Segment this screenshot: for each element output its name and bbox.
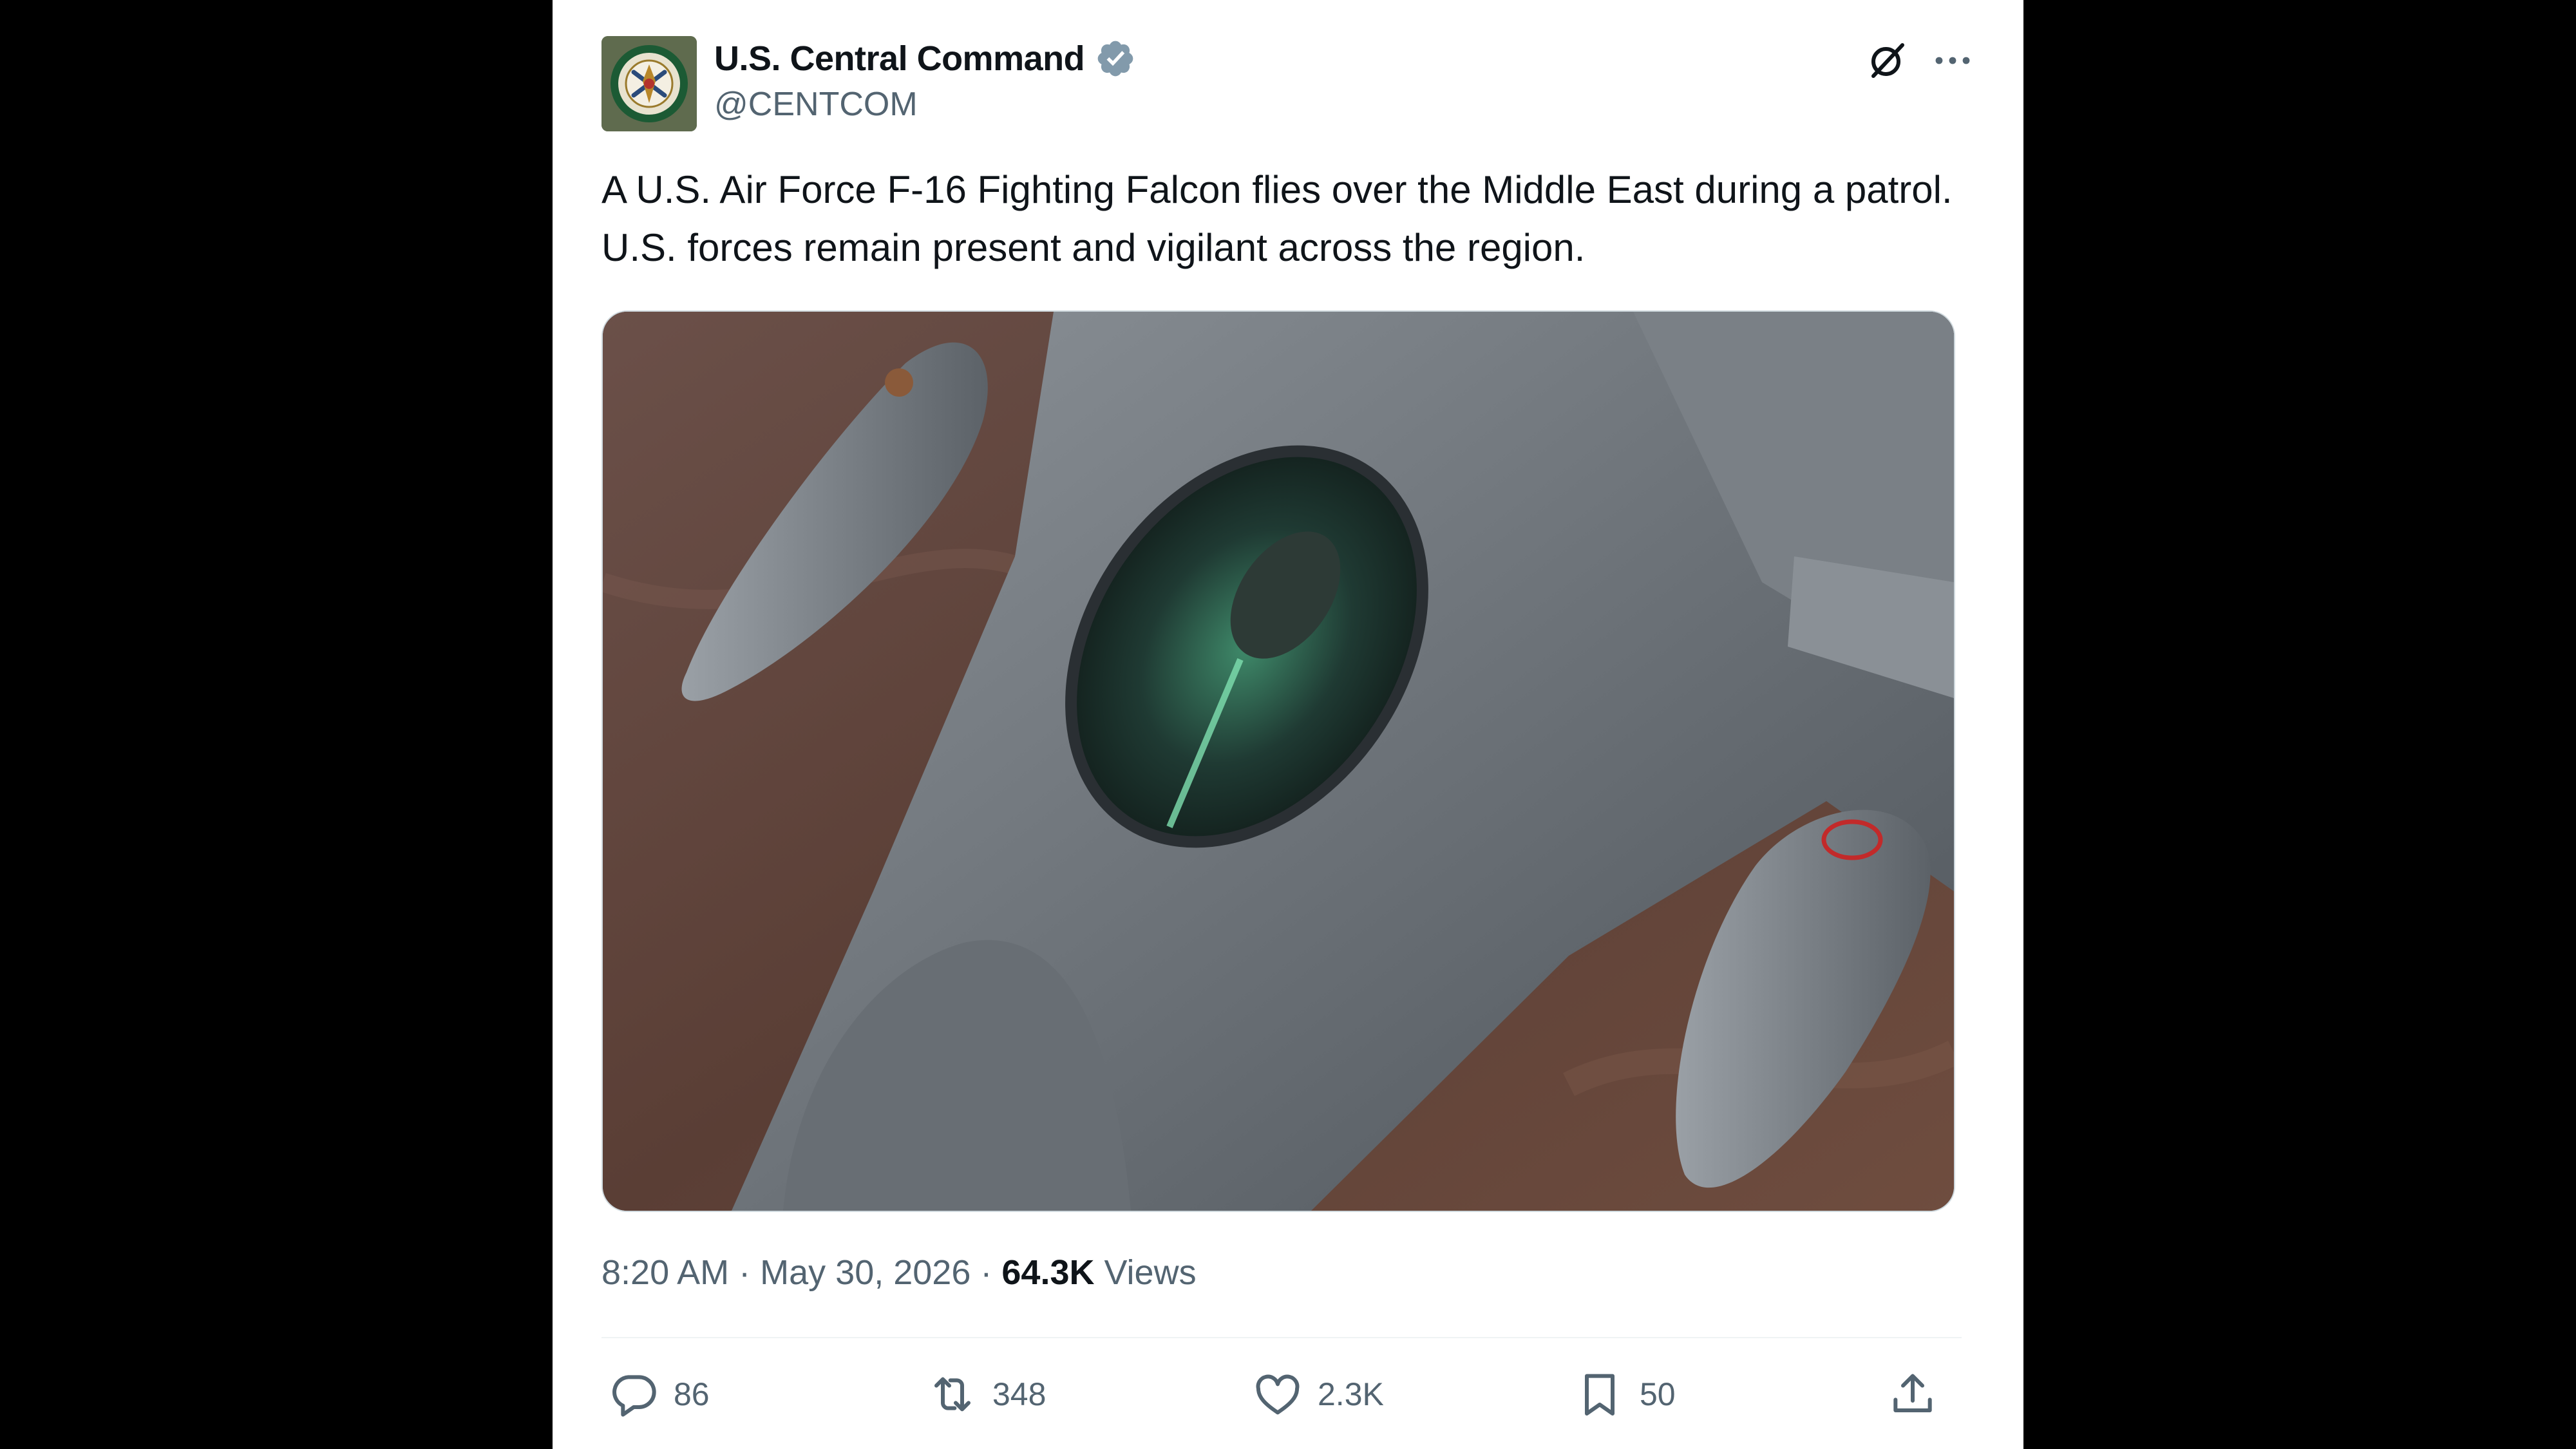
share-icon [1893,1374,1932,1412]
post-image[interactable] [601,310,1955,1212]
reply-button[interactable]: 86 [608,1365,710,1423]
share-button[interactable] [1887,1365,1938,1423]
meta-separator: · [980,1253,992,1292]
repost-button[interactable]: 348 [927,1365,1046,1423]
like-button[interactable]: 2.3K [1252,1365,1384,1423]
avatar[interactable] [601,36,697,131]
more-options-button[interactable] [1929,37,1976,84]
f16-jet-photo [603,312,1954,1211]
reply-icon [612,1375,656,1417]
repost-icon [934,1377,971,1412]
more-icon [1935,57,1970,64]
account-name-row[interactable]: U.S. Central Command [714,36,1136,81]
verified-badge-icon [1095,38,1136,79]
post-text: A U.S. Air Force F-16 Fighting Falcon fl… [601,168,1953,269]
post-card: U.S. Central Command @CENTCOM A U.S. Air… [553,0,2023,1449]
divider [601,1337,1962,1338]
bookmark-count: 50 [1640,1376,1676,1412]
post-content: U.S. Central Command @CENTCOM A U.S. Air… [601,0,1976,1449]
post-date[interactable]: May 30, 2026 [760,1253,971,1292]
like-icon [1256,1374,1300,1415]
action-bar: 86 348 2.3K 50 [601,1365,1962,1423]
post-meta: 8:20 AM · May 30, 2026 · 64.3K Views [601,1253,1197,1293]
grok-icon [1871,43,1904,78]
post-time[interactable]: 8:20 AM [601,1253,729,1292]
display-name[interactable]: U.S. Central Command [714,39,1085,79]
meta-separator: · [739,1253,751,1292]
grok-button[interactable] [1864,37,1910,84]
bookmark-button[interactable]: 50 [1574,1365,1676,1423]
account-handle[interactable]: @CENTCOM [714,85,918,124]
like-count: 2.3K [1318,1376,1384,1412]
reply-count: 86 [674,1376,710,1412]
bookmark-icon [1585,1374,1615,1416]
views-count: 64.3K [1001,1253,1095,1292]
repost-count: 348 [992,1376,1046,1412]
views-label: Views [1104,1253,1197,1292]
centcom-seal-icon [601,36,697,131]
